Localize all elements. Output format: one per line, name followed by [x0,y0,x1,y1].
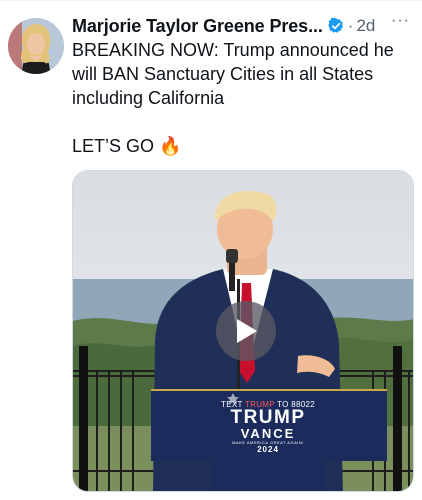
avatar-image [8,18,64,74]
play-icon [237,319,257,343]
tweet-text-line: BREAKING NOW: Trump announced he will BA… [72,40,394,108]
tweet-header: Marjorie Taylor Greene Pres... · 2d ··· [72,12,412,38]
video-media[interactable]: TEXT TRUMP TO 88022 TRUMP VANCE MAKE AME… [72,170,414,492]
timestamp[interactable]: 2d [356,16,375,36]
tweet-text-line: LET’S GO 🔥 [72,136,182,156]
top-divider [0,0,422,1]
podium-title-vance: VANCE [240,426,296,441]
tweet-text: BREAKING NOW: Trump announced he will BA… [72,38,410,158]
more-options-icon[interactable]: ··· [391,12,410,30]
podium-sign: TEXT TRUMP TO 88022 TRUMP VANCE MAKE AME… [153,400,383,454]
separator-dot: · [347,16,354,35]
verified-badge-icon [327,17,345,35]
play-button[interactable] [216,301,276,361]
avatar[interactable] [8,18,64,74]
author-name[interactable]: Marjorie Taylor Greene Pres... [72,16,323,37]
podium-year: 2024 [257,445,279,454]
podium-title-trump: TRUMP [230,407,306,428]
